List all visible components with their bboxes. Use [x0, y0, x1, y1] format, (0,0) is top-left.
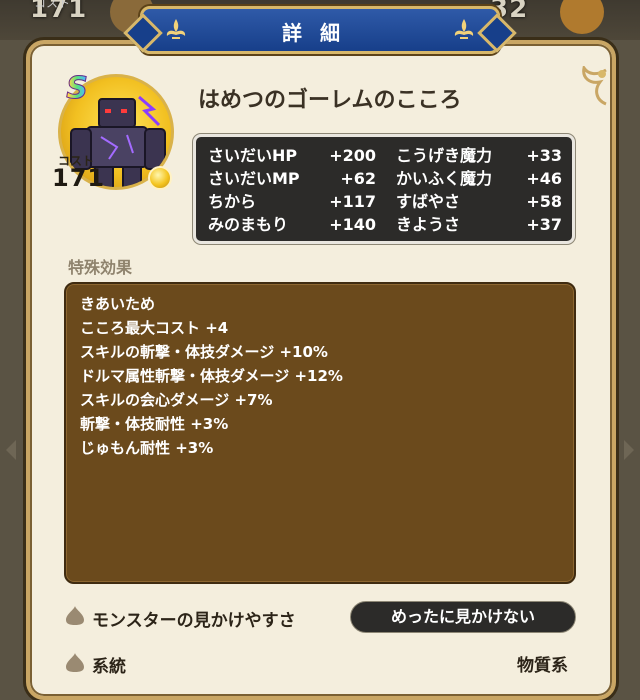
- stat-row: きようさ +37: [396, 214, 562, 236]
- rank-badge: S: [60, 71, 94, 106]
- stat-value: +58: [526, 192, 562, 211]
- stat-value: +62: [340, 169, 376, 188]
- list-item: 斬撃・体技耐性 +3%: [80, 415, 229, 433]
- visibility-value: めったに見かけない: [350, 601, 576, 633]
- slime-icon: [66, 653, 84, 672]
- family-value: 物質系: [517, 656, 568, 676]
- stat-label: こうげき魔力: [396, 146, 493, 165]
- modal-title: 詳細: [282, 21, 358, 45]
- corner-ornament-icon: [582, 66, 607, 106]
- cost-value: 171: [52, 164, 106, 192]
- stat-value: +117: [329, 192, 376, 211]
- stat-row: すばやさ +58: [396, 191, 562, 213]
- stat-row: さいだいHP +200: [208, 145, 376, 167]
- stat-label: みのまもり: [208, 215, 289, 234]
- stat-value: +46: [526, 169, 562, 188]
- list-item: スキルの斬撃・体技ダメージ +10%: [80, 343, 328, 361]
- slime-icon: [66, 606, 84, 625]
- stat-row: かいふく魔力 +46: [396, 168, 562, 190]
- list-item: スキルの会心ダメージ +7%: [80, 391, 273, 409]
- stat-value: +33: [526, 146, 562, 165]
- fleur-de-lis-icon: [454, 19, 474, 39]
- heart-name: はめつのゴーレムのこころ: [198, 88, 462, 113]
- stat-row: さいだいMP +62: [208, 168, 376, 190]
- stat-label: きようさ: [396, 215, 461, 234]
- title-banner: 詳細: [140, 6, 500, 54]
- cost-orb-icon: [148, 166, 172, 190]
- visibility-label: モンスターの見かけやすさ: [92, 611, 296, 631]
- stat-row: みのまもり +140: [208, 214, 376, 236]
- list-item: こころ最大コスト +4: [80, 319, 229, 337]
- stat-row: こうげき魔力 +33: [396, 145, 562, 167]
- list-item: じゅもん耐性 +3%: [80, 439, 214, 457]
- stat-value: +200: [329, 146, 376, 165]
- stat-value: +37: [526, 215, 562, 234]
- stat-label: さいだいHP: [208, 146, 298, 165]
- special-effects-header: 特殊効果: [68, 258, 133, 277]
- list-item: きあいため: [80, 295, 156, 313]
- stat-label: すばやさ: [396, 192, 461, 211]
- stat-value: +140: [329, 215, 376, 234]
- background-cost-label: コスト: [34, 0, 71, 10]
- list-item: ドルマ属性斬撃・体技ダメージ +12%: [80, 367, 343, 385]
- prev-arrow-icon[interactable]: [6, 440, 16, 460]
- stat-label: かいふく魔力: [396, 169, 493, 188]
- stats-panel: さいだいHP +200 さいだいMP +62 ちから +117 みのまもり +1…: [193, 134, 575, 244]
- stat-label: ちから: [208, 192, 257, 211]
- special-effects-list[interactable]: きあいため こころ最大コスト +4 スキルの斬撃・体技ダメージ +10% ドルマ…: [64, 282, 576, 584]
- next-arrow-icon[interactable]: [624, 440, 634, 460]
- stat-label: さいだいMP: [208, 169, 300, 188]
- family-label: 系統: [92, 657, 126, 677]
- stat-row: ちから +117: [208, 191, 376, 213]
